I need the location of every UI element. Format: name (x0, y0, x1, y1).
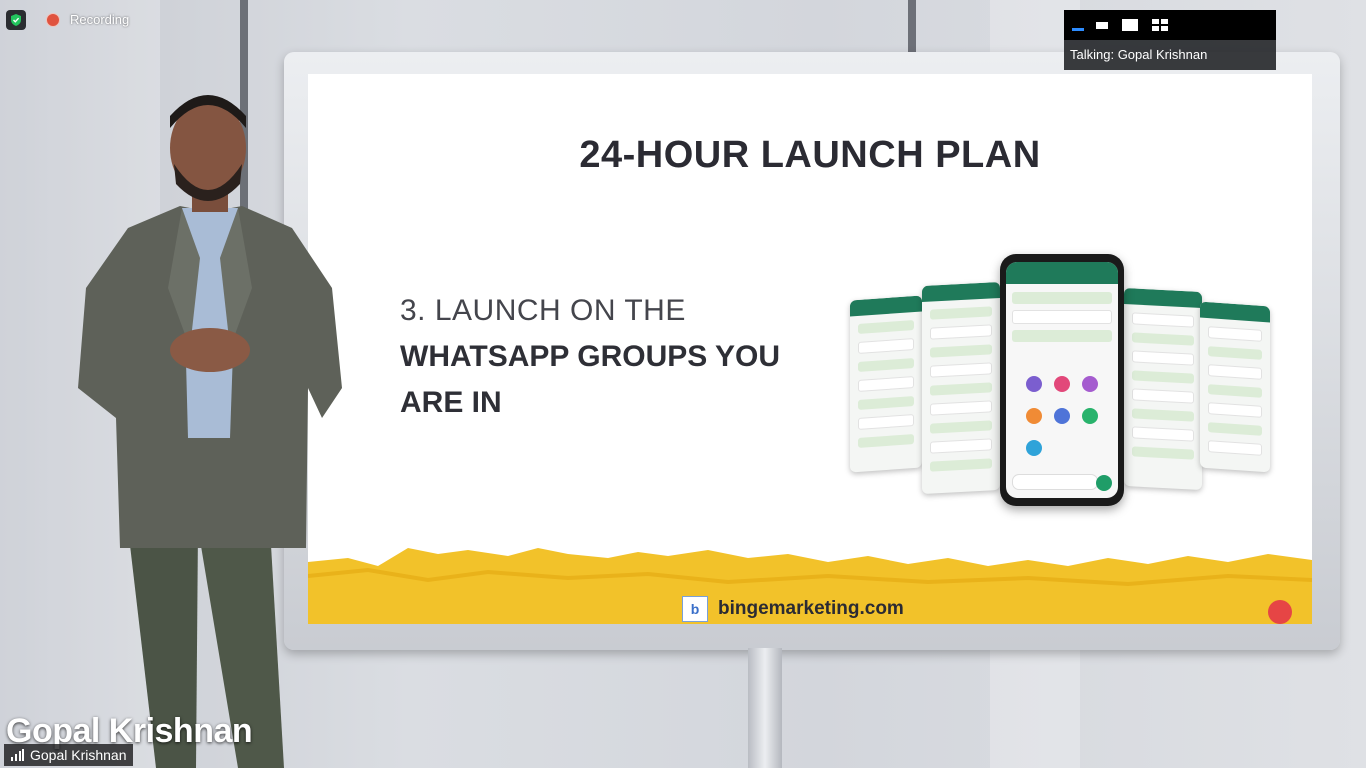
attach-location-icon (1054, 408, 1070, 424)
whatsapp-phones-illustration (848, 254, 1288, 514)
phone-mockup (922, 281, 1000, 495)
participant-name-label: Gopal Krishnan (30, 747, 127, 763)
background-pillar (908, 0, 916, 60)
participant-name-tag: Gopal Krishnan (4, 744, 133, 766)
website-badge: b bingemarketing.com (682, 596, 904, 622)
attach-contact-icon (1082, 408, 1098, 424)
phone-mockup-main (1000, 254, 1124, 506)
phone-mockup (1124, 287, 1202, 491)
gallery-view-icon (1152, 19, 1168, 31)
slide-step-line: WHATSAPP GROUPS YOU (400, 340, 781, 373)
talking-indicator: Talking: Gopal Krishnan (1064, 40, 1276, 70)
minimize-icon (1072, 28, 1084, 31)
attach-poll-icon (1026, 440, 1042, 456)
bingemarketing-logo-icon: b (682, 596, 708, 622)
small-view-button[interactable] (1088, 10, 1116, 40)
presentation-slide: 24-HOUR LAUNCH PLAN 3. LAUNCH ON THE WHA… (308, 74, 1312, 624)
shield-icon (11, 14, 21, 26)
view-switcher-panel: Talking: Gopal Krishnan (1064, 10, 1276, 70)
attach-document-icon (1026, 376, 1042, 392)
screen-stand (748, 648, 782, 768)
recording-label: Recording (70, 12, 130, 27)
phone-mockup (850, 295, 922, 473)
small-view-icon (1096, 22, 1108, 29)
video-feed: 24-HOUR LAUNCH PLAN 3. LAUNCH ON THE WHA… (0, 0, 1366, 768)
speaker-view-button[interactable] (1116, 10, 1144, 40)
attach-audio-icon (1026, 408, 1042, 424)
attach-gallery-icon (1082, 376, 1098, 392)
recording-indicator[interactable]: Recording (46, 12, 129, 27)
speaker-view-icon (1122, 19, 1138, 31)
website-label: bingemarketing.com (718, 598, 904, 619)
signal-bars-icon (11, 749, 24, 761)
view-toolbar (1064, 10, 1276, 40)
gallery-view-button[interactable] (1146, 10, 1174, 40)
phone-mockup (1200, 301, 1270, 473)
slide-title: 24-HOUR LAUNCH PLAN (579, 134, 1041, 176)
presenter (78, 95, 342, 768)
attach-camera-icon (1054, 376, 1070, 392)
record-dot-icon (46, 12, 60, 27)
slide-step-line: 3. LAUNCH ON THE (400, 294, 686, 327)
slide-step-line: ARE IN (400, 386, 502, 419)
security-shield-button[interactable] (6, 10, 26, 30)
